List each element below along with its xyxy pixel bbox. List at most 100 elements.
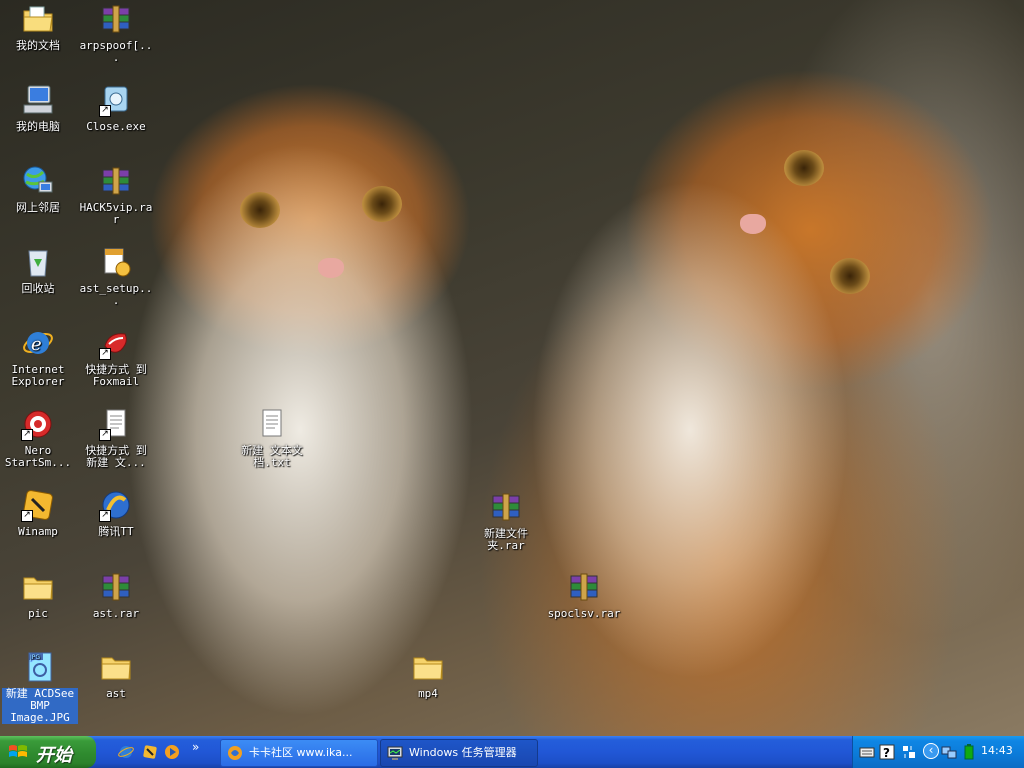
desktop-icon-my-computer[interactable]: 我的电脑 bbox=[0, 83, 76, 133]
folder-documents-icon bbox=[21, 2, 55, 36]
winrar-archive-icon bbox=[99, 164, 133, 198]
executable-icon: ↗ bbox=[99, 83, 133, 117]
desktop-icon-hack5vip-rar[interactable]: HACK5vip.rar bbox=[78, 164, 154, 226]
folder-icon bbox=[99, 650, 133, 684]
desktop-icon-winamp[interactable]: ↗ Winamp bbox=[0, 488, 76, 538]
icon-label: Winamp bbox=[18, 525, 58, 538]
input-method-icon[interactable] bbox=[901, 744, 917, 760]
winrar-archive-icon bbox=[567, 570, 601, 604]
desktop-icon-close-exe[interactable]: ↗ Close.exe bbox=[78, 83, 154, 133]
icon-label: ast bbox=[106, 687, 126, 700]
desktop-icon-network-places[interactable]: 网上邻居 bbox=[0, 164, 76, 214]
taskbar: 开始 » 卡卡社区 www.ika... Windows 任务管理器 ? ‹ 1… bbox=[0, 736, 1024, 768]
icon-label: 快捷方式 到 Foxmail bbox=[85, 363, 147, 388]
icon-label: mp4 bbox=[418, 687, 438, 700]
icon-label: 网上邻居 bbox=[16, 201, 60, 214]
desktop-icon-folder-pic[interactable]: pic bbox=[0, 570, 76, 620]
system-tray: ? ‹ 14:43 bbox=[852, 736, 1024, 768]
icon-label: 新建 文本文档.txt bbox=[241, 444, 303, 469]
taskbar-button-task-manager[interactable]: Windows 任务管理器 bbox=[380, 739, 538, 767]
desktop-icon-new-shortcut[interactable]: ↗ 快捷方式 到 新建 文... bbox=[78, 407, 154, 469]
desktop-icon-acdsee-image[interactable]: JPG 新建 ACDSee BMP Image.JPG bbox=[2, 650, 78, 724]
windows-flag-icon bbox=[8, 743, 28, 761]
icon-label: 我的文档 bbox=[16, 39, 60, 52]
desktop-icon-recycle-bin[interactable]: 回收站 bbox=[0, 245, 76, 295]
desktop-icon-folder-mp4[interactable]: mp4 bbox=[390, 650, 466, 700]
quick-launch-more-button[interactable]: » bbox=[192, 740, 208, 756]
text-document-icon: ↗ bbox=[99, 407, 133, 441]
folder-icon bbox=[411, 650, 445, 684]
icon-label: ast_setup... bbox=[79, 282, 153, 307]
taskbar-button-label: 卡卡社区 www.ika... bbox=[249, 746, 353, 759]
internet-explorer-icon: e bbox=[21, 326, 55, 360]
icon-label: 回收站 bbox=[21, 282, 55, 295]
shortcut-arrow-icon: ↗ bbox=[99, 348, 111, 360]
foxmail-icon: ↗ bbox=[99, 326, 133, 360]
quick-launch-ie-icon[interactable] bbox=[118, 744, 134, 760]
wallpaper-cat-eye bbox=[784, 150, 824, 186]
desktop-icon-arpspoof[interactable]: arpspoof[... bbox=[78, 2, 154, 64]
shortcut-arrow-icon: ↗ bbox=[99, 105, 111, 117]
svg-text:?: ? bbox=[883, 746, 890, 760]
wallpaper-cat-nose bbox=[318, 258, 344, 278]
wallpaper-cat-eye bbox=[240, 192, 280, 228]
setup-installer-icon bbox=[99, 245, 133, 279]
computer-icon bbox=[21, 83, 55, 117]
clock[interactable]: 14:43 bbox=[981, 744, 1013, 757]
start-button[interactable]: 开始 bbox=[0, 736, 96, 768]
quick-launch-media-player-icon[interactable] bbox=[164, 744, 180, 760]
text-document-icon bbox=[255, 407, 289, 441]
network-icon[interactable] bbox=[941, 744, 957, 760]
icon-label: 快捷方式 到 新建 文... bbox=[85, 444, 147, 469]
wallpaper-cat-nose bbox=[740, 214, 766, 234]
desktop-icon-ast-setup[interactable]: ast_setup... bbox=[78, 245, 154, 307]
icon-label: ast.rar bbox=[92, 607, 140, 620]
desktop-icon-my-documents[interactable]: 我的文档 bbox=[0, 2, 76, 52]
desktop-icon-nero-startsmart[interactable]: ↗ Nero StartSm... bbox=[0, 407, 76, 469]
shortcut-arrow-icon: ↗ bbox=[21, 510, 33, 522]
quick-launch-winamp-icon[interactable] bbox=[142, 744, 158, 760]
desktop-icon-foxmail-shortcut[interactable]: ↗ 快捷方式 到 Foxmail bbox=[78, 326, 154, 388]
desktop-icon-internet-explorer[interactable]: e Internet Explorer bbox=[0, 326, 76, 388]
desktop-icon-spoclsv-rar[interactable]: spoclsv.rar bbox=[546, 570, 622, 620]
icon-label: Close.exe bbox=[86, 120, 146, 133]
nero-icon: ↗ bbox=[21, 407, 55, 441]
desktop[interactable]: 我的文档 我的电脑 网上邻居 回收站 e Internet Explorer ↗… bbox=[0, 0, 1024, 736]
winamp-icon: ↗ bbox=[21, 488, 55, 522]
icon-label: pic bbox=[28, 607, 48, 620]
wallpaper-cat-eye bbox=[830, 258, 870, 294]
tencent-tt-icon: ↗ bbox=[99, 488, 133, 522]
icon-label: 新建文件夹.rar bbox=[484, 527, 528, 552]
winrar-archive-icon bbox=[489, 490, 523, 524]
recycle-bin-icon bbox=[21, 245, 55, 279]
help-icon[interactable]: ? bbox=[879, 744, 895, 760]
icon-label: Nero StartSm... bbox=[4, 444, 72, 469]
taskbar-button-browser[interactable]: 卡卡社区 www.ika... bbox=[220, 739, 378, 767]
start-label: 开始 bbox=[36, 745, 72, 766]
desktop-icon-new-text-document[interactable]: 新建 文本文档.txt bbox=[234, 407, 310, 469]
browser-icon bbox=[227, 745, 243, 761]
svg-text:e: e bbox=[31, 334, 42, 355]
icon-label: HACK5vip.rar bbox=[79, 201, 153, 226]
desktop-icon-folder-ast[interactable]: ast bbox=[78, 650, 154, 700]
icon-label: arpspoof[... bbox=[79, 39, 153, 64]
battery-icon[interactable] bbox=[961, 744, 977, 760]
taskbar-button-label: Windows 任务管理器 bbox=[409, 746, 517, 759]
desktop-icon-ast-rar[interactable]: ast.rar bbox=[78, 570, 154, 620]
tray-expand-chevron-icon[interactable]: ‹ bbox=[923, 743, 939, 759]
shortcut-arrow-icon: ↗ bbox=[99, 510, 111, 522]
task-manager-icon bbox=[387, 745, 403, 761]
icon-label: spoclsv.rar bbox=[547, 607, 621, 620]
keyboard-icon[interactable] bbox=[859, 744, 875, 760]
desktop-icon-tencent-tt[interactable]: ↗ 腾讯TT bbox=[78, 488, 154, 538]
icon-label: Internet Explorer bbox=[11, 363, 65, 388]
shortcut-arrow-icon: ↗ bbox=[21, 429, 33, 441]
shortcut-arrow-icon: ↗ bbox=[99, 429, 111, 441]
network-globe-icon bbox=[21, 164, 55, 198]
wallpaper-cat-eye bbox=[362, 186, 402, 222]
desktop-icon-new-folder-rar[interactable]: 新建文件夹.rar bbox=[468, 490, 544, 552]
svg-text:JPG: JPG bbox=[29, 654, 40, 661]
jpg-image-icon: JPG bbox=[23, 650, 57, 684]
icon-label: 腾讯TT bbox=[98, 525, 134, 538]
winrar-archive-icon bbox=[99, 570, 133, 604]
